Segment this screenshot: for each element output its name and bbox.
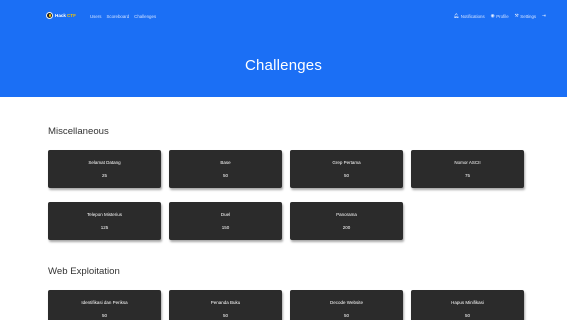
challenge-card[interactable]: Penanda Buku 50 bbox=[169, 290, 282, 320]
logo-icon bbox=[46, 12, 53, 19]
challenge-name: Panorama bbox=[336, 212, 357, 217]
challenge-points: 125 bbox=[100, 225, 109, 230]
nav-link-notifications[interactable]: 🔔︎ Notifications bbox=[453, 14, 484, 19]
logout-icon: ⇥ bbox=[542, 13, 546, 19]
nav-link-challenges[interactable]: Challenges bbox=[134, 14, 156, 19]
nav-label-settings: Settings bbox=[520, 14, 537, 19]
challenge-points: 50 bbox=[343, 173, 349, 178]
challenge-card[interactable]: Base 50 bbox=[169, 150, 282, 188]
user-circle-icon: ◉ bbox=[490, 13, 495, 19]
nav-link-profile[interactable]: ◉ Profile bbox=[491, 14, 509, 19]
challenge-points: 25 bbox=[101, 173, 107, 178]
challenge-name: Selamat Datang bbox=[88, 160, 121, 165]
challenge-name: Nomor ASCII bbox=[454, 160, 481, 165]
page-header: Challenges bbox=[0, 34, 567, 97]
challenge-points: 200 bbox=[342, 225, 351, 230]
challenge-name: Grep Pertama bbox=[332, 160, 361, 165]
challenge-points: 75 bbox=[464, 173, 470, 178]
challenge-name: Decode Website bbox=[330, 300, 363, 305]
challenge-name: Penanda Buku bbox=[210, 300, 241, 305]
nav-primary: Users Scoreboard Challenges bbox=[90, 14, 156, 19]
challenge-name: Base bbox=[220, 160, 231, 165]
category-title-misc: Miscellaneous bbox=[48, 126, 109, 137]
nav-link-users[interactable]: Users bbox=[90, 14, 101, 19]
challenge-card[interactable]: Selamat Datang 25 bbox=[48, 150, 161, 188]
brand-logo-link[interactable]: Hack CTF bbox=[46, 12, 76, 19]
challenge-card[interactable]: Decode Website 50 bbox=[290, 290, 403, 320]
challenge-card[interactable]: Hapus Minifikasi 50 bbox=[411, 290, 524, 320]
nav-link-scoreboard[interactable]: Scoreboard bbox=[106, 14, 129, 19]
page: Hack CTF Users Scoreboard Challenges 🔔︎ … bbox=[0, 0, 567, 320]
challenge-points: 50 bbox=[222, 173, 228, 178]
challenge-name: Telepon Misterius bbox=[86, 212, 122, 217]
bell-icon: 🔔︎ bbox=[453, 13, 460, 19]
challenge-card[interactable]: Nomor ASCII 75 bbox=[411, 150, 524, 188]
challenge-card[interactable]: Duel 150 bbox=[169, 202, 282, 240]
nav-label-notifications: Notifications bbox=[460, 14, 485, 19]
brand-text: Hack bbox=[55, 13, 66, 18]
challenge-card[interactable]: Identifikasi dan Periksa 50 bbox=[48, 290, 161, 320]
logout-button[interactable]: ⇥ bbox=[542, 14, 546, 19]
nav-secondary: 🔔︎ Notifications ◉ Profile ⚒ Settings ⇥ bbox=[453, 14, 546, 19]
nav-label-profile: Profile bbox=[496, 14, 509, 19]
challenge-name: Identifikasi dan Periksa bbox=[81, 300, 128, 305]
top-navbar: Hack CTF Users Scoreboard Challenges 🔔︎ … bbox=[0, 0, 567, 34]
challenge-points: 150 bbox=[221, 225, 230, 230]
brand-suffix: CTF bbox=[66, 13, 76, 18]
wrench-icon: ⚒ bbox=[514, 13, 519, 19]
challenge-points: 50 bbox=[464, 313, 470, 318]
challenge-card[interactable]: Telepon Misterius 125 bbox=[48, 202, 161, 240]
challenge-points: 50 bbox=[101, 313, 107, 318]
category-title-web: Web Exploitation bbox=[48, 266, 120, 277]
challenge-points: 50 bbox=[343, 313, 349, 318]
nav-link-settings[interactable]: ⚒ Settings bbox=[515, 14, 537, 19]
challenge-card[interactable]: Panorama 200 bbox=[290, 202, 403, 240]
challenge-points: 50 bbox=[222, 313, 228, 318]
challenge-name: Hapus Minifikasi bbox=[451, 300, 484, 305]
page-title: Challenges bbox=[244, 57, 323, 74]
challenge-card[interactable]: Grep Pertama 50 bbox=[290, 150, 403, 188]
challenge-name: Duel bbox=[220, 212, 231, 217]
